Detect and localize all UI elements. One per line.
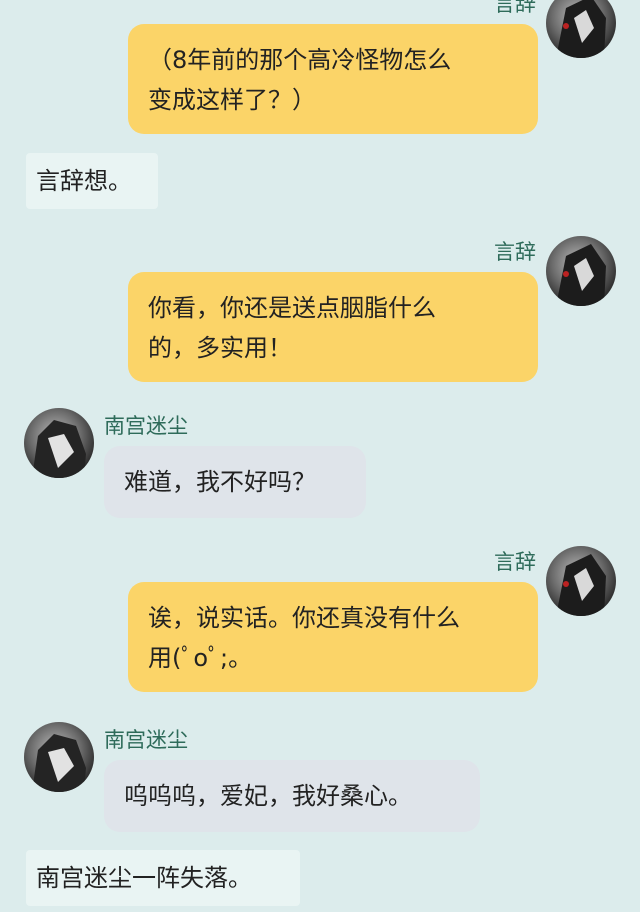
sender-name: 南宫迷尘 (104, 728, 188, 752)
message-bubble-yanci: （8年前的那个高冷怪物怎么 变成这样了？） (128, 24, 538, 134)
message-line: 诶，说实话。你还真没有什么 (148, 604, 460, 632)
message-bubble-yanci: 你看，你还是送点胭脂什么 的，多实用！ (128, 272, 538, 382)
avatar-nangong[interactable] (24, 722, 94, 792)
message-bubble-yanci: 诶，说实话。你还真没有什么 用(ﾟoﾟ;。 (128, 582, 538, 692)
message-line: 用(ﾟoﾟ;。 (148, 644, 253, 672)
message-bubble-nangong: 呜呜呜，爱妃，我好桑心。 (104, 760, 480, 832)
sender-name: 言辞 (494, 550, 536, 574)
avatar-yanci[interactable] (546, 0, 616, 58)
message-bubble-nangong: 难道，我不好吗？ (104, 446, 366, 518)
sender-name: 言辞 (494, 0, 536, 16)
message-line: 你看，你还是送点胭脂什么 (148, 294, 436, 322)
chat-story-view: 言辞 （8年前的那个高冷怪物怎么 变成这样了？） 言辞想。 言辞 你看，你还是送… (0, 0, 640, 912)
sender-name: 言辞 (494, 240, 536, 264)
message-line: 难道，我不好吗？ (124, 468, 316, 496)
message-line: 的，多实用！ (148, 334, 292, 362)
message-line: 变成这样了？） (148, 86, 316, 114)
narration: 言辞想。 (26, 153, 158, 209)
message-line: （8年前的那个高冷怪物怎么 (148, 46, 452, 74)
avatar-yanci[interactable] (546, 236, 616, 306)
avatar-nangong[interactable] (24, 408, 94, 478)
message-line: 呜呜呜，爱妃，我好桑心。 (124, 782, 412, 810)
narration: 南宫迷尘一阵失落。 (26, 850, 300, 906)
sender-name: 南宫迷尘 (104, 414, 188, 438)
avatar-yanci[interactable] (546, 546, 616, 616)
